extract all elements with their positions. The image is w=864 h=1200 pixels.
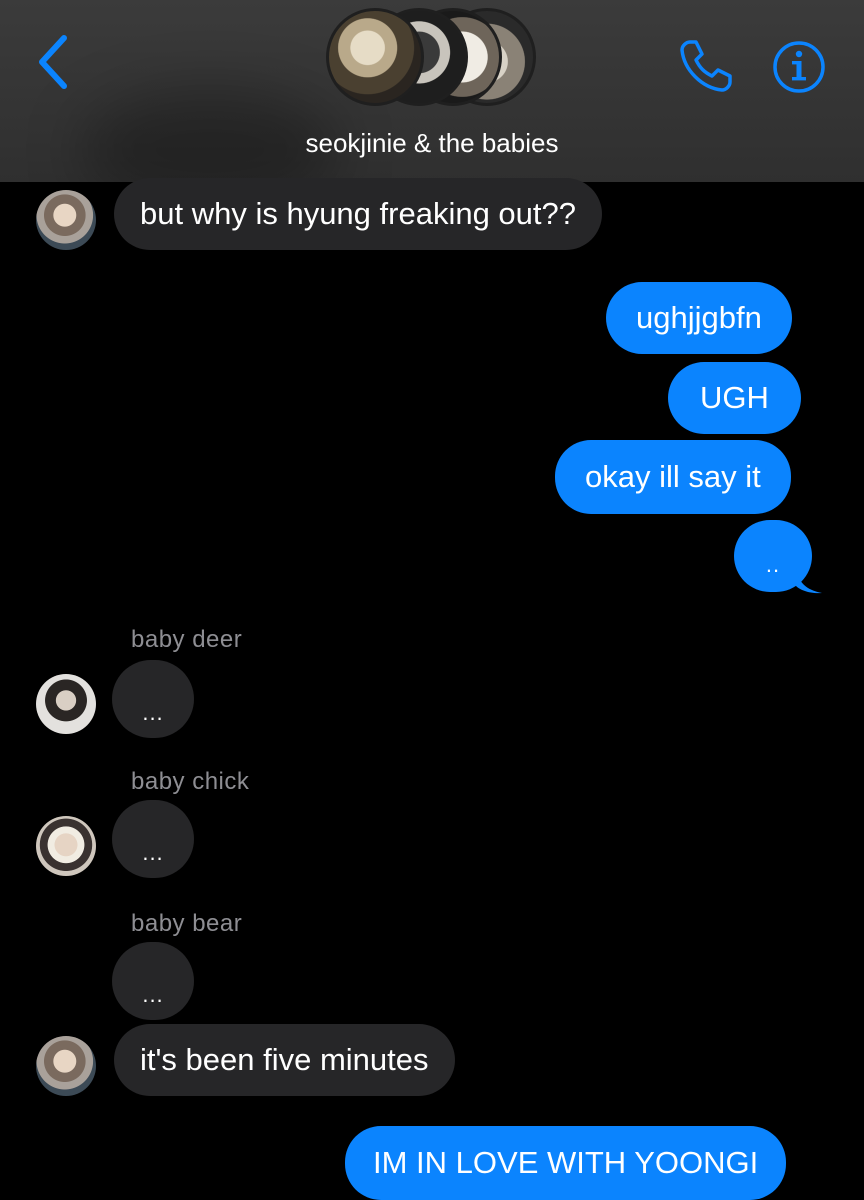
info-icon [773,41,825,93]
message-text: ... [142,840,164,865]
message-bubble[interactable]: ... [112,660,194,738]
sender-name: baby deer [131,626,243,653]
conversation-header: seokjinie & the babies [0,0,864,182]
message-bubble[interactable]: okay ill say it [555,440,791,514]
message-text: ... [142,982,164,1007]
message-bubble[interactable]: ... [112,800,194,878]
sender-name: baby bear [131,910,243,937]
group-name[interactable]: seokjinie & the babies [0,128,864,159]
message-bubble[interactable]: it's been five minutes [114,1024,455,1096]
message-bubble[interactable]: ... [112,942,194,1020]
message-text: ... [142,700,164,725]
bubble-tail [796,568,822,594]
group-avatars[interactable] [326,4,546,108]
call-button[interactable] [676,36,736,96]
back-button[interactable] [30,32,78,92]
message-bubble[interactable]: IM IN LOVE WITH YOONGI [345,1126,787,1200]
message-bubble[interactable]: but why is hyung freaking out?? [114,178,602,250]
chevron-left-icon [39,35,67,89]
avatar [326,8,424,106]
sender-name: baby chick [131,768,250,795]
avatar[interactable] [36,190,96,250]
phone-icon [680,40,732,92]
message-bubble[interactable]: ughjjgbfn [606,282,792,354]
avatar[interactable] [36,1036,96,1096]
avatar[interactable] [36,674,96,734]
message-bubble[interactable]: UGH [668,362,801,434]
avatar[interactable] [36,816,96,876]
info-button[interactable] [772,40,826,94]
